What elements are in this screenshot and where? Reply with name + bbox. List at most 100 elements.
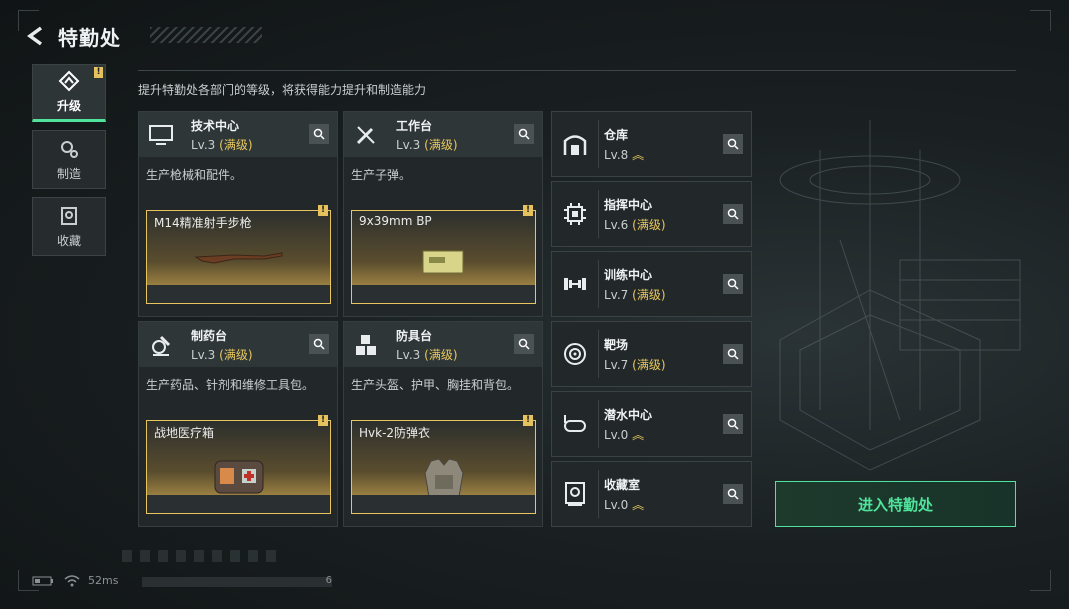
workshop-level: Lv.3 (191, 137, 216, 152)
dumbbell-icon (554, 263, 596, 305)
item-name: 战地医疗箱 (154, 426, 215, 440)
search-icon (727, 348, 739, 360)
workshop-description: 生产头盔、护甲、胸挂和背包。 (351, 378, 520, 392)
workshop-name: 制药台 (191, 328, 228, 343)
detail-search-button[interactable] (514, 124, 534, 144)
target-icon (554, 333, 596, 375)
room-name: 潜水中心 (604, 407, 653, 422)
card-header: 防具台 Lv.3 (满级) (344, 322, 542, 367)
search-icon (313, 338, 325, 350)
room-diving-center[interactable]: 潜水中心 Lv.0 ︽ (551, 391, 752, 457)
progress-value: 6 (325, 575, 332, 586)
tab-label: 升级 (56, 99, 81, 113)
tab-craft[interactable]: 制造 (32, 130, 106, 189)
search-icon (727, 138, 739, 150)
page-title: 特勤处 (58, 25, 121, 50)
upgrade-arrow-icon: ︽ (632, 427, 645, 442)
room-level: Lv.0 (604, 497, 629, 512)
item-progress-bar (147, 285, 330, 303)
ping-value: 52ms (88, 574, 119, 587)
ammo-box-icon (422, 250, 463, 274)
room-level: Lv.0 (604, 427, 629, 442)
item-name: M14精准射手步枪 (154, 216, 252, 230)
card-header: 工作台 Lv.3 (满级) (344, 112, 542, 157)
upgrade-arrow-icon: ︽ (632, 147, 645, 162)
notification-badge: ! (523, 205, 533, 216)
detail-search-button[interactable] (514, 334, 534, 354)
room-divider (598, 470, 599, 518)
maxed-label: (满级) (219, 347, 253, 362)
crafting-item-slot[interactable]: 战地医疗箱 ! (146, 415, 331, 514)
workshop-card-tech-center[interactable]: 技术中心 Lv.3 (满级) 生产枪械和配件。 M14精准射手步枪 ! (138, 111, 338, 317)
workshop-card-workbench[interactable]: 工作台 Lv.3 (满级) 生产子弹。 9x39mm BP ! (343, 111, 543, 317)
room-divider (598, 190, 599, 238)
detail-search-button[interactable] (723, 414, 743, 434)
frame-corner (18, 10, 39, 31)
workshop-name: 防具台 (396, 328, 433, 343)
enter-button-label: 进入特勤处 (857, 495, 933, 514)
workshop-level: Lv.3 (191, 347, 216, 362)
upgrade-icon (58, 70, 80, 92)
game-screen: 特勤处 提升特勤处各部门的等级，将获得能力提升和制造能力 ! 升级 制造 收藏 … (0, 0, 1069, 609)
notification-badge: ! (94, 67, 103, 78)
crafting-item-slot[interactable]: 9x39mm BP ! (351, 205, 536, 304)
maxed-label: (满级) (632, 217, 666, 232)
room-name: 指挥中心 (604, 197, 653, 212)
workshop-card-pharmacy[interactable]: 制药台 Lv.3 (满级) 生产药品、针剂和维修工具包。 战地医疗箱 ! (138, 321, 338, 527)
room-level: Lv.8 (604, 147, 629, 162)
cubes-icon (346, 325, 386, 365)
computer-icon (141, 115, 181, 155)
detail-search-button[interactable] (723, 204, 743, 224)
wifi-icon (64, 574, 80, 586)
gear-icon (61, 140, 78, 158)
room-divider (598, 330, 599, 378)
notification-badge: ! (523, 415, 533, 426)
chip-icon (554, 193, 596, 235)
detail-search-button[interactable] (723, 484, 743, 504)
upgrade-arrow-icon: ︽ (632, 497, 645, 512)
maxed-label: (满级) (632, 287, 666, 302)
room-collection-room[interactable]: 收藏室 Lv.0 ︽ (551, 461, 752, 527)
room-shooting-range[interactable]: 靶场 Lv.7 (满级) (551, 321, 752, 387)
search-icon (727, 278, 739, 290)
room-divider (598, 120, 599, 168)
room-warehouse[interactable]: 仓库 Lv.8 ︽ (551, 111, 752, 177)
room-command-center[interactable]: 指挥中心 Lv.6 (满级) (551, 181, 752, 247)
room-level: Lv.7 (604, 357, 629, 372)
crafting-item-slot[interactable]: Hvk-2防弹衣 ! (351, 415, 536, 514)
room-level: Lv.6 (604, 217, 629, 232)
medkit-icon (214, 460, 263, 494)
workshop-level: Lv.3 (396, 137, 421, 152)
notification-badge: ! (318, 415, 328, 426)
detail-search-button[interactable] (723, 274, 743, 294)
microscope-icon (141, 325, 181, 365)
tab-upgrade[interactable]: ! 升级 (32, 64, 106, 122)
maxed-label: (满级) (424, 347, 458, 362)
search-icon (727, 208, 739, 220)
room-divider (598, 400, 599, 448)
tab-label: 收藏 (56, 233, 81, 248)
header-divider (138, 70, 1016, 71)
room-training-center[interactable]: 训练中心 Lv.7 (满级) (551, 251, 752, 317)
detail-search-button[interactable] (309, 124, 329, 144)
safe-icon (61, 206, 77, 225)
enter-special-ops-button[interactable]: 进入特勤处 (775, 481, 1016, 527)
item-progress-bar (147, 495, 330, 513)
rifle-icon (193, 252, 282, 264)
tab-collection[interactable]: 收藏 (32, 197, 106, 256)
status-bar: 52ms (32, 574, 118, 587)
workshop-card-armor-bench[interactable]: 防具台 Lv.3 (满级) 生产头盔、护甲、胸挂和背包。 Hvk-2防弹衣 ! (343, 321, 543, 527)
search-icon (727, 418, 739, 430)
detail-search-button[interactable] (723, 134, 743, 154)
search-icon (313, 128, 325, 140)
frame-corner (18, 570, 39, 591)
warehouse-icon (554, 123, 596, 165)
maxed-label: (满级) (424, 137, 458, 152)
room-name: 收藏室 (604, 477, 641, 492)
search-icon (518, 338, 530, 350)
notification-badge: ! (318, 205, 328, 216)
detail-search-button[interactable] (723, 344, 743, 364)
crafting-item-slot[interactable]: M14精准射手步枪 ! (146, 205, 331, 304)
detail-search-button[interactable] (309, 334, 329, 354)
workshop-description: 生产枪械和配件。 (146, 168, 243, 182)
